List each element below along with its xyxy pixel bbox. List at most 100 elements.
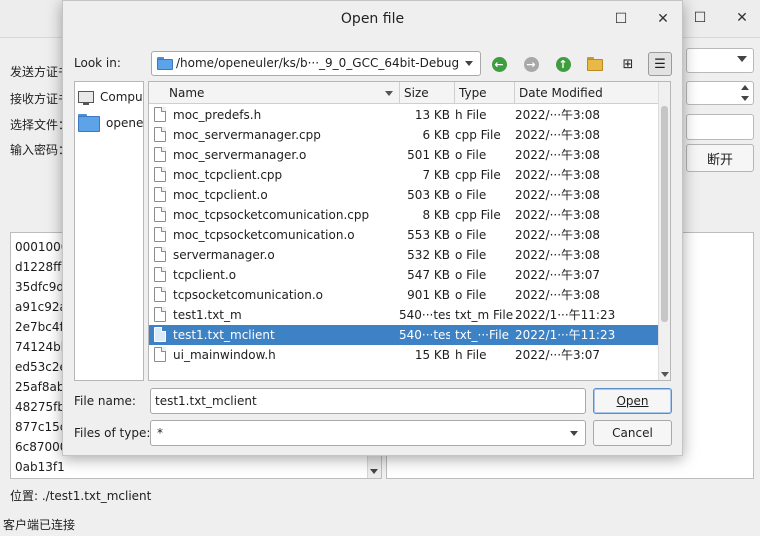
main-close-button[interactable]: ✕ [732, 8, 752, 28]
file-size-cell: 540···tes [399, 308, 450, 322]
arrow-right-icon: → [523, 56, 539, 72]
file-row[interactable]: test1.txt_mclient 540···tes txt_···File 202… [149, 325, 659, 345]
file-date-cell: 2022/···午3:08 [515, 108, 600, 122]
file-type-cell: o File [455, 268, 487, 282]
file-name-cell: tcpsocketcomunication.o [173, 288, 323, 302]
dialog-maximize-button[interactable]: ☐ [611, 9, 631, 29]
sidebar-item-label: opene [106, 116, 144, 130]
chevron-down-icon [661, 372, 669, 377]
file-row[interactable]: moc_servermanager.cpp 6 KB cpp File 2022/··… [149, 125, 659, 145]
column-header-label: Type [459, 86, 487, 100]
chevron-down-icon [465, 61, 473, 66]
cancel-button[interactable]: Cancel [593, 420, 672, 446]
file-name-cell: moc_tcpsocketcomunication.cpp [173, 208, 370, 222]
look-in-combo[interactable]: /home/openeuler/ks/b···_9_0_GCC_64bit-De… [151, 51, 481, 76]
file-icon [154, 247, 166, 262]
file-row[interactable]: test1.txt_m 540···tes txt_m File 2022/1···午… [149, 305, 659, 325]
column-header-date[interactable]: Date Modified [515, 82, 613, 104]
new-folder-icon [587, 57, 603, 71]
file-row[interactable]: moc_tcpclient.cpp 7 KB cpp File 2022/···午3:… [149, 165, 659, 185]
receiver-cert-spin[interactable] [686, 81, 754, 105]
column-header-label: Size [404, 86, 429, 100]
detail-view-button[interactable]: ☰ [648, 52, 672, 76]
dialog-close-button[interactable]: ✕ [653, 9, 673, 29]
file-rows: moc_predefs.h 13 KB h File 2022/···午3:08 moc… [149, 105, 659, 365]
file-date-cell: 2022/···午3:08 [515, 188, 600, 202]
sidebar-item-home[interactable]: opene [78, 111, 143, 135]
column-header-label: Date Modified [519, 86, 603, 100]
new-folder-button[interactable] [583, 52, 607, 76]
receiver-cert-label: 接收方证书 [10, 92, 71, 106]
chevron-down-icon [737, 56, 747, 62]
column-header-name[interactable]: Name [149, 82, 400, 104]
computer-icon [78, 91, 94, 105]
file-size-cell: 15 KB [414, 348, 450, 362]
file-name-input[interactable]: test1.txt_mclient [150, 388, 586, 414]
file-icon [154, 287, 166, 302]
file-type-cell: cpp File [455, 128, 501, 142]
file-name-cell: moc_tcpclient.o [173, 188, 268, 202]
file-path-input[interactable] [686, 114, 754, 140]
file-icon [154, 187, 166, 202]
file-row[interactable]: moc_tcpsocketcomunication.o 553 KB o File 2… [149, 225, 659, 245]
column-header-label: Name [169, 86, 205, 100]
file-type-cell: txt_m File [455, 308, 513, 322]
file-icon [154, 327, 166, 342]
file-name-cell: servermanager.o [173, 248, 275, 262]
file-type-cell: txt_···File [455, 328, 510, 342]
column-header-type[interactable]: Type [455, 82, 515, 104]
forward-button[interactable]: → [519, 52, 543, 76]
column-header-size[interactable]: Size [400, 82, 455, 104]
open-button[interactable]: Open [593, 388, 672, 414]
file-icon [154, 347, 166, 362]
list-view-button[interactable]: ⊞ [616, 52, 640, 76]
file-row[interactable]: tcpclient.o 547 KB o File 2022/···午3:07 [149, 265, 659, 285]
file-date-cell: 2022/1···午11:23 [515, 328, 615, 342]
folder-icon [157, 57, 173, 70]
file-list: Name Size Type Date Modified moc_predefs… [148, 81, 671, 381]
open-file-dialog: Open file ☐ ✕ Look in: /home/openeuler/k… [62, 0, 683, 456]
parent-directory-button[interactable]: ↑ [551, 52, 575, 76]
sidebar-item-computer[interactable]: Comput [78, 85, 144, 109]
file-row[interactable]: moc_tcpclient.o 503 KB o File 2022/···午3:08 [149, 185, 659, 205]
file-list-scrollbar[interactable] [658, 82, 670, 380]
file-type-cell: o File [455, 148, 487, 162]
file-row[interactable]: moc_predefs.h 13 KB h File 2022/···午3:08 [149, 105, 659, 125]
file-icon [154, 267, 166, 282]
file-name-cell: moc_servermanager.o [173, 148, 307, 162]
file-size-cell: 553 KB [407, 228, 450, 242]
main-maximize-button[interactable]: ☐ [690, 8, 710, 28]
file-name-cell: moc_tcpclient.cpp [173, 168, 283, 182]
file-date-cell: 2022/···午3:08 [515, 168, 600, 182]
file-size-cell: 540···tes [399, 328, 450, 342]
sender-cert-combo[interactable] [686, 48, 754, 73]
open-button-label: Open [616, 394, 649, 408]
scrollbar-thumb[interactable] [661, 106, 668, 322]
file-row[interactable]: servermanager.o 532 KB o File 2022/···午3:08 [149, 245, 659, 265]
sender-cert-label: 发送方证书 [10, 65, 71, 79]
file-size-cell: 901 KB [407, 288, 450, 302]
file-size-cell: 503 KB [407, 188, 450, 202]
disconnect-button[interactable]: 断开 [686, 144, 754, 172]
file-size-cell: 501 KB [407, 148, 450, 162]
look-in-path: /home/openeuler/ks/b···_9_0_GCC_64bit-De… [176, 56, 460, 70]
detail-list-icon: ☰ [654, 56, 666, 72]
files-of-type-value: * [157, 426, 163, 440]
grid-icon: ⊞ [622, 56, 634, 72]
file-row[interactable]: moc_tcpsocketcomunication.cpp 8 KB cpp Fil… [149, 205, 659, 225]
file-row[interactable]: tcpsocketcomunication.o 901 KB o File 2022/… [149, 285, 659, 305]
file-row[interactable]: moc_servermanager.o 501 KB o File 2022/···午… [149, 145, 659, 165]
files-of-type-combo[interactable]: * [150, 420, 586, 446]
file-icon [154, 207, 166, 222]
file-row[interactable]: ui_mainwindow.h 15 KB h File 2022/···午3:07 [149, 345, 659, 365]
file-name-label: File name: [74, 394, 136, 408]
back-button[interactable]: ← [487, 52, 511, 76]
sidebar-item-label: Comput [100, 90, 144, 104]
file-date-cell: 2022/···午3:08 [515, 228, 600, 242]
file-date-cell: 2022/···午3:08 [515, 128, 600, 142]
chevron-up-icon [741, 85, 749, 90]
file-icon [154, 127, 166, 142]
hex-line: da24a98a21b32c96130cfc6ad4b43e84d3bfda6e… [11, 477, 381, 478]
file-name-cell: tcpclient.o [173, 268, 237, 282]
dialog-title: Open file [340, 11, 405, 27]
